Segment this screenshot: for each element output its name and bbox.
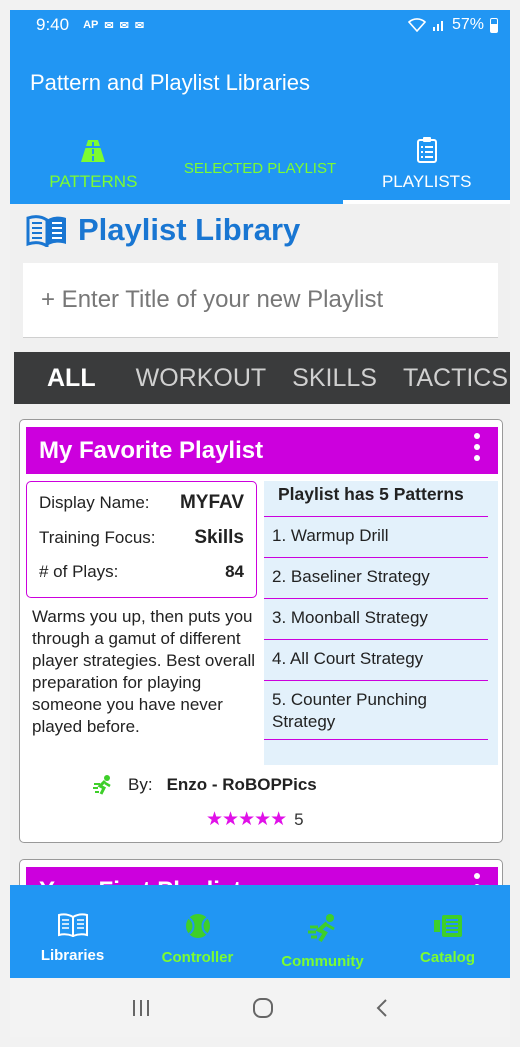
pattern-item[interactable]: 2. Baseliner Strategy <box>264 558 488 599</box>
open-book-icon <box>26 215 66 247</box>
mail-icon: ✉ <box>134 19 145 32</box>
status-bar: 9:40 AP ✉ ✉ ✉ 57% <box>10 10 510 40</box>
recent-apps-icon[interactable] <box>130 998 152 1018</box>
book-icon <box>57 913 88 937</box>
playlist-description: Warms you up, then puts you through a ga… <box>32 607 255 736</box>
status-right: 57% <box>407 16 498 34</box>
nav-catalog-label: Catalog <box>419 949 475 966</box>
mail-icon: ✉ <box>119 19 129 32</box>
tab-patterns[interactable]: PATTERNS <box>10 120 177 204</box>
nav-controller[interactable]: Controller <box>135 885 260 978</box>
pattern-list-header: Playlist has 5 Patterns <box>264 481 488 517</box>
new-playlist-field-container <box>23 263 498 338</box>
filter-tactics[interactable]: TACTICS <box>403 364 508 393</box>
road-icon <box>81 140 106 162</box>
home-icon[interactable] <box>252 997 274 1019</box>
author-name[interactable]: Enzo - RoBOPPics <box>167 775 317 795</box>
ap-icon: AP <box>83 18 99 31</box>
status-time: 9:40 <box>36 15 70 34</box>
bottom-navigation: Libraries Controller Community Catalog <box>10 885 510 978</box>
rating: ★★★★★ 5 <box>206 808 304 831</box>
pattern-item[interactable]: 4. All Court Strategy <box>264 640 488 681</box>
app-title: Pattern and Playlist Libraries <box>30 70 311 95</box>
nav-libraries[interactable]: Libraries <box>10 885 135 978</box>
library-heading: Playlist Library <box>26 212 300 248</box>
nav-community[interactable]: Community <box>260 885 385 978</box>
clipboard-list-icon <box>416 137 437 163</box>
rating-value: 5 <box>294 809 304 829</box>
display-name-label: Display Name: <box>39 493 150 512</box>
more-options-icon[interactable] <box>474 433 480 461</box>
battery-icon <box>490 17 498 33</box>
training-focus-label: Training Focus: <box>39 528 156 547</box>
pattern-list: Playlist has 5 Patterns 1. Warmup Drill … <box>264 481 498 765</box>
app-bar: Pattern and Playlist Libraries PATTERNS … <box>10 40 510 204</box>
battery-percent: 57% <box>451 16 484 33</box>
top-tabs: PATTERNS SELECTED PLAYLIST PLAYLISTS <box>10 120 510 204</box>
nav-catalog[interactable]: Catalog <box>385 885 510 978</box>
notification-icons: AP ✉ ✉ ✉ <box>83 19 144 32</box>
signal-icon <box>432 21 443 31</box>
page-title: Playlist Library <box>78 212 301 247</box>
phone-screen: 9:40 AP ✉ ✉ ✉ 57% Pattern and Playlist L… <box>10 10 510 1037</box>
system-navigation-bar <box>10 978 510 1037</box>
star-rating-icons: ★★★★★ <box>206 809 287 830</box>
filter-workout[interactable]: WORKOUT <box>136 364 267 393</box>
catalog-icon <box>433 915 462 937</box>
runner-icon <box>93 775 111 795</box>
mail-icon: ✉ <box>104 19 114 32</box>
playlist-title: My Favorite Playlist <box>39 437 264 464</box>
tab-selected-playlist-label: SELECTED PLAYLIST <box>183 160 337 177</box>
tab-playlists-label: PLAYLISTS <box>381 172 472 191</box>
meta-row-focus: Training Focus: Skills <box>39 527 244 562</box>
meta-row-plays: # of Plays: 84 <box>39 562 244 597</box>
pattern-item[interactable]: 5. Counter Punching Strategy <box>264 681 488 740</box>
author-line: By: Enzo - RoBOPPics <box>92 774 317 796</box>
playlist-meta-box: Display Name: MYFAV Training Focus: Skil… <box>26 481 257 598</box>
tab-patterns-label: PATTERNS <box>49 172 138 191</box>
playlist-card[interactable]: My Favorite Playlist Display Name: MYFAV… <box>19 419 503 843</box>
plays-value: 84 <box>225 562 244 581</box>
filter-bar: ALL WORKOUT SKILLS TACTICS <box>14 352 510 404</box>
tab-playlists[interactable]: PLAYLISTS <box>343 120 510 204</box>
pattern-item[interactable]: 1. Warmup Drill <box>264 517 488 558</box>
new-playlist-input[interactable] <box>23 263 498 337</box>
playlist-card-header: My Favorite Playlist <box>26 427 498 474</box>
meta-row-display-name: Display Name: MYFAV <box>39 492 244 527</box>
filter-skills[interactable]: SKILLS <box>292 364 377 393</box>
pattern-item[interactable]: 3. Moonball Strategy <box>264 599 488 640</box>
nav-community-label: Community <box>281 953 364 970</box>
filter-all[interactable]: ALL <box>47 364 96 393</box>
training-focus-value: Skills <box>194 527 244 548</box>
tab-selected-playlist[interactable]: SELECTED PLAYLIST <box>177 120 344 204</box>
by-label: By: <box>128 775 153 794</box>
tennis-ball-icon <box>185 914 210 938</box>
nav-controller-label: Controller <box>161 949 234 966</box>
nav-libraries-label: Libraries <box>40 947 105 964</box>
runner-icon <box>307 914 335 943</box>
back-icon[interactable] <box>374 998 390 1018</box>
display-name-value: MYFAV <box>179 492 244 513</box>
wifi-icon <box>407 18 426 32</box>
plays-label: # of Plays: <box>39 562 119 581</box>
